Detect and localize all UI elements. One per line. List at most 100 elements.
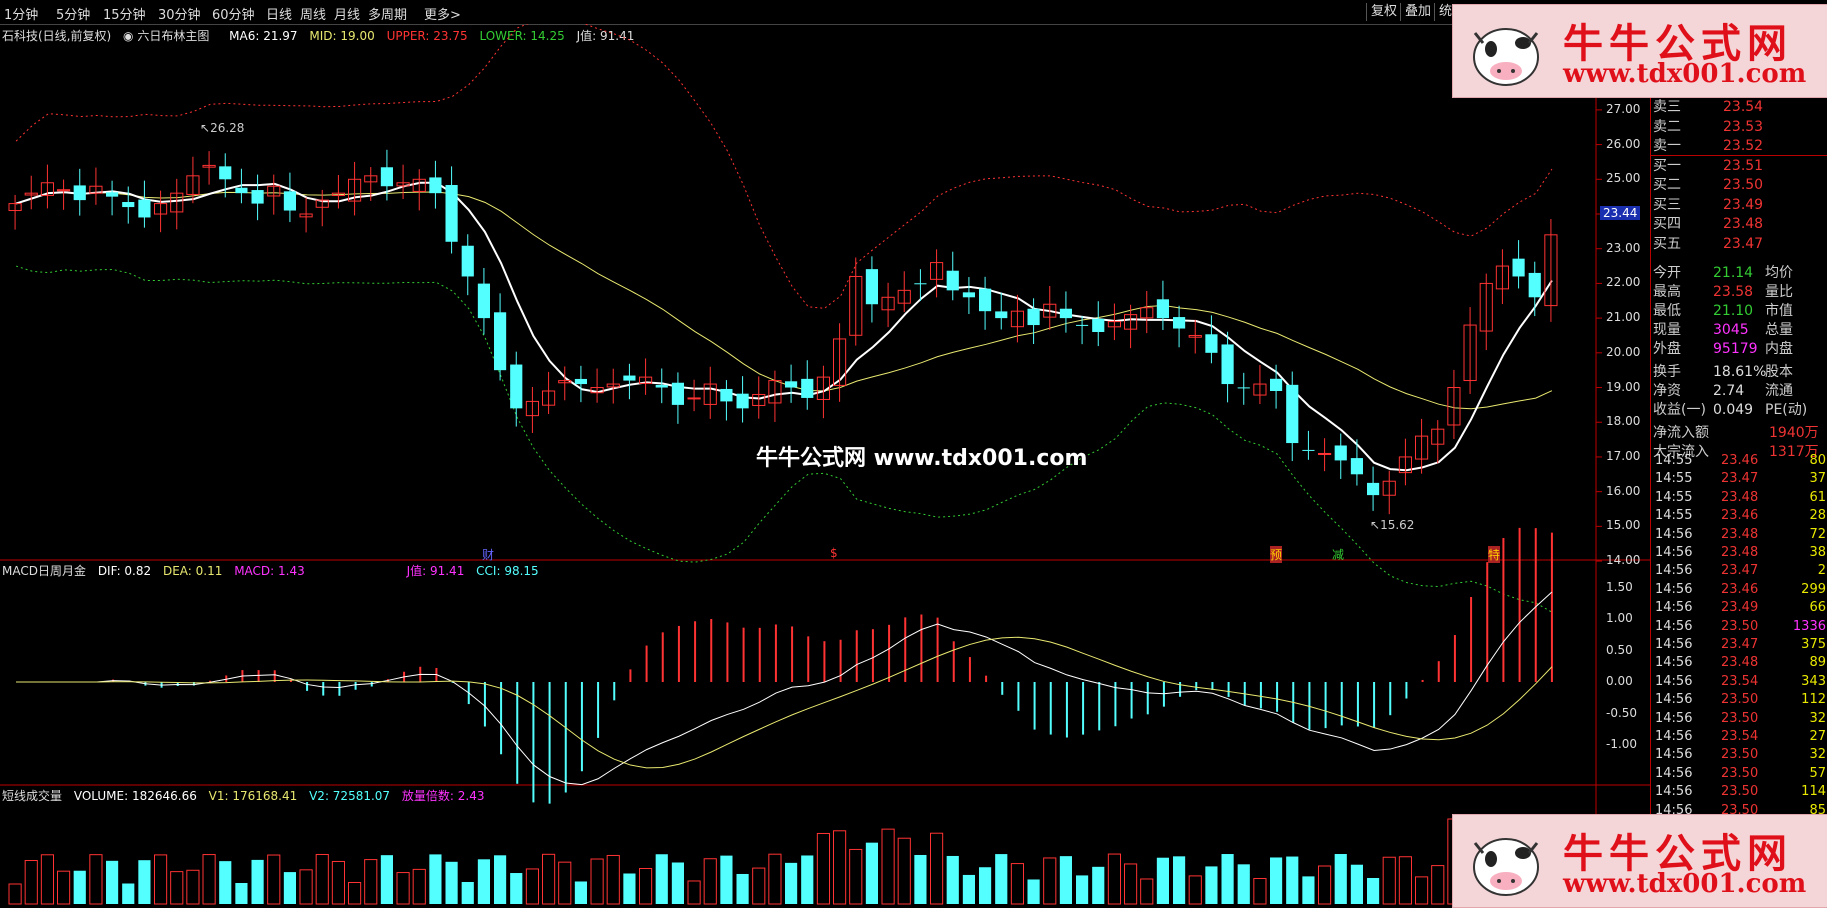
volume-bar <box>525 868 539 905</box>
period-15min[interactable]: 15分钟 <box>103 4 146 23</box>
candle-body <box>1173 317 1186 329</box>
volume-bar <box>768 853 782 905</box>
volume-bar <box>1205 866 1218 904</box>
volume-bar <box>1334 854 1347 904</box>
event-marker[interactable]: 特 <box>1488 546 1501 563</box>
tick-row[interactable]: 14:56 23.50 32 <box>1651 710 1827 728</box>
tick-row[interactable]: 14:56 23.50 32 <box>1651 746 1827 764</box>
order-label: 卖二 <box>1653 118 1681 135</box>
event-marker[interactable]: $ <box>830 546 838 560</box>
order-price: 23.53 <box>1723 118 1764 135</box>
order-book-row[interactable]: 买三 23.49 <box>1651 196 1827 215</box>
stat-value: 21.10 <box>1713 303 1754 319</box>
candle-body <box>106 192 119 197</box>
period-more[interactable]: 更多> <box>424 4 461 23</box>
dif-path <box>16 591 1553 786</box>
volume-bar <box>914 854 927 904</box>
period-weekly[interactable]: 周线 <box>300 4 326 23</box>
volume-bar <box>461 881 474 904</box>
tick-row[interactable]: 14:56 23.48 72 <box>1651 526 1827 544</box>
candle-body <box>1237 387 1250 389</box>
period-60min[interactable]: 60分钟 <box>212 4 255 23</box>
tick-row[interactable]: 14:56 23.50 112 <box>1651 691 1827 709</box>
tick-price: 23.48 <box>1721 655 1759 671</box>
stat-label-2: 均价 <box>1765 265 1793 281</box>
tick-row[interactable]: 14:56 23.54 27 <box>1651 728 1827 746</box>
order-label: 卖一 <box>1653 138 1681 154</box>
tick-price: 23.48 <box>1721 489 1759 505</box>
cow-mascot-icon <box>1473 28 1539 86</box>
volume-bars <box>8 818 1558 905</box>
tick-qty: 375 <box>1801 637 1826 652</box>
tick-time: 14:55 <box>1655 489 1693 505</box>
quote-panel: 卖三 23.54 卖二 23.53 卖一 23.52 买一 23.51 买二 23.50 买三 23.… <box>1650 24 1827 906</box>
period-monthly[interactable]: 月线 <box>334 4 360 23</box>
tick-row[interactable]: 14:56 23.54 343 <box>1651 673 1827 691</box>
stat-value: 21.14 <box>1713 265 1754 281</box>
tick-price: 23.50 <box>1721 618 1759 634</box>
candle-body <box>1528 272 1541 298</box>
tick-time: 14:56 <box>1655 618 1693 634</box>
low-value: 15.62 <box>1380 518 1415 532</box>
tick-row[interactable]: 14:56 23.46 299 <box>1651 581 1827 599</box>
volume-bar <box>315 853 329 905</box>
ma6-path <box>15 181 1553 472</box>
candle-body <box>623 375 636 381</box>
tick-row[interactable]: 14:56 23.49 66 <box>1651 599 1827 617</box>
event-marker[interactable]: 预 <box>1270 546 1283 563</box>
tick-time: 14:56 <box>1655 673 1693 689</box>
order-book-row[interactable]: 卖二 23.53 <box>1651 118 1827 137</box>
order-book-row[interactable]: 买五 23.47 <box>1651 235 1827 254</box>
stat-value: 2.74 <box>1713 383 1745 399</box>
event-marker[interactable]: 财 <box>482 546 494 563</box>
volume-bar <box>752 867 766 905</box>
tick-row[interactable]: 14:56 23.47 375 <box>1651 636 1827 654</box>
order-book-row[interactable]: 卖三 23.54 <box>1651 98 1827 117</box>
event-marker[interactable]: 减 <box>1332 546 1344 563</box>
volume-bar <box>412 868 426 905</box>
volume-bar <box>8 883 22 905</box>
period-5min[interactable]: 5分钟 <box>56 4 90 23</box>
volume-bar <box>445 861 458 904</box>
tick-row[interactable]: 14:56 23.48 38 <box>1651 544 1827 562</box>
volume-bar <box>1367 877 1380 904</box>
order-book-row[interactable]: 买二 23.50 <box>1651 176 1827 195</box>
volume-bar <box>1318 865 1332 905</box>
order-book-row[interactable]: 买四 23.48 <box>1651 215 1827 234</box>
quote-stat-row: 今开 21.14 均价 <box>1651 264 1827 283</box>
tick-qty: 299 <box>1801 581 1826 597</box>
candle-body <box>687 397 701 400</box>
period-multi[interactable]: 多周期 <box>368 4 407 23</box>
tick-row[interactable]: 14:56 23.47 2 <box>1651 562 1827 580</box>
tick-row[interactable]: 14:56 23.50 1336 <box>1651 618 1827 636</box>
macd-lines <box>16 591 1553 786</box>
tick-price: 23.47 <box>1721 563 1759 579</box>
price-tick-label: 18.00 <box>1606 414 1641 429</box>
overlay-button[interactable]: 叠加 <box>1400 3 1435 21</box>
tick-row[interactable]: 14:55 23.48 61 <box>1651 489 1827 507</box>
period-30min[interactable]: 30分钟 <box>158 4 201 23</box>
order-book-row[interactable]: 卖一 23.52 <box>1651 137 1827 156</box>
candle-body <box>429 177 442 194</box>
tick-row[interactable]: 14:55 23.46 28 <box>1651 507 1827 525</box>
tick-time: 14:55 <box>1655 471 1693 487</box>
volume-bar <box>380 855 393 904</box>
tick-row[interactable]: 14:56 23.48 89 <box>1651 654 1827 672</box>
period-daily[interactable]: 日线 <box>266 4 292 23</box>
period-1min[interactable]: 1分钟 <box>4 4 38 23</box>
macd-tick-label: -0.50 <box>1606 705 1638 720</box>
volume-bar <box>1124 863 1138 905</box>
adjust-button[interactable]: 复权 <box>1366 3 1401 21</box>
candle-body <box>1318 452 1332 455</box>
candle-body <box>1027 308 1040 326</box>
candle-body <box>477 283 490 319</box>
volume-bar <box>1221 854 1234 904</box>
tick-row[interactable]: 14:55 23.46 80 <box>1651 452 1827 470</box>
candle-body <box>1367 482 1380 496</box>
tick-row[interactable]: 14:56 23.50 114 <box>1651 783 1827 801</box>
tick-row[interactable]: 14:55 23.47 37 <box>1651 470 1827 488</box>
order-book-row[interactable]: 买一 23.51 <box>1651 157 1827 176</box>
tick-row[interactable]: 14:56 23.50 57 <box>1651 765 1827 783</box>
candle-body <box>1221 344 1234 385</box>
price-tick-label: 16.00 <box>1606 483 1641 498</box>
